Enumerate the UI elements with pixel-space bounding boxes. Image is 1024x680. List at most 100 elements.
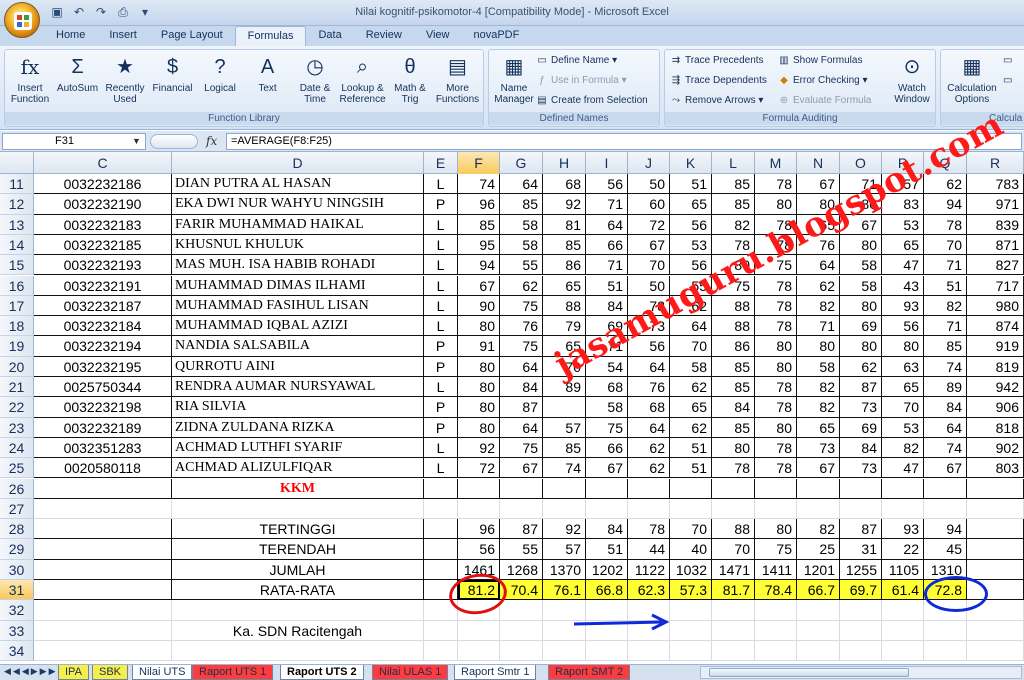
- score-cell[interactable]: 82: [797, 377, 840, 398]
- insert-function-icon[interactable]: fx: [206, 134, 217, 148]
- logical-button[interactable]: ? Logical: [197, 53, 243, 94]
- score-cell[interactable]: 43: [882, 275, 924, 296]
- summary-cell[interactable]: 78: [628, 519, 670, 540]
- summary-cell[interactable]: 1255: [840, 559, 882, 580]
- empty-cell[interactable]: [543, 640, 586, 662]
- empty-cell[interactable]: [967, 498, 1024, 520]
- summary-label[interactable]: RATA-RATA: [172, 580, 424, 601]
- summary-cell[interactable]: 94: [924, 519, 967, 540]
- name-box[interactable]: F31: [2, 133, 146, 150]
- score-cell[interactable]: 74: [458, 174, 500, 195]
- student-id-cell[interactable]: 0032232195: [34, 356, 172, 377]
- score-cell[interactable]: 63: [882, 356, 924, 377]
- score-cell[interactable]: 85: [543, 234, 586, 256]
- average-cell[interactable]: 57.3: [670, 580, 712, 601]
- empty-cell[interactable]: [967, 620, 1024, 641]
- empty-cell[interactable]: [755, 620, 797, 641]
- score-cell[interactable]: 65: [543, 275, 586, 296]
- score-cell[interactable]: 51: [670, 458, 712, 479]
- empty-cell[interactable]: [586, 498, 628, 520]
- empty-cell[interactable]: [424, 519, 458, 540]
- empty-cell[interactable]: [797, 478, 840, 499]
- score-cell[interactable]: 88: [712, 316, 755, 337]
- score-cell[interactable]: 78: [755, 174, 797, 195]
- score-cell[interactable]: 57: [543, 417, 586, 438]
- score-cell[interactable]: 85: [712, 356, 755, 377]
- empty-cell[interactable]: [755, 600, 797, 621]
- total-cell[interactable]: 942: [967, 377, 1024, 398]
- more-functions-button[interactable]: ▤ More Functions: [435, 53, 481, 105]
- row-header[interactable]: 31: [0, 580, 34, 601]
- score-cell[interactable]: 51: [924, 275, 967, 296]
- student-name-cell[interactable]: MUHAMMAD IQBAL AZIZI: [172, 316, 424, 337]
- sheet-tab-raport-uts-2[interactable]: Raport UTS 2: [280, 665, 364, 680]
- score-cell[interactable]: 74: [924, 356, 967, 377]
- empty-cell[interactable]: [628, 640, 670, 662]
- empty-cell[interactable]: [543, 478, 586, 499]
- score-cell[interactable]: 64: [500, 174, 543, 195]
- name-manager-button[interactable]: ▦ Name Manager: [491, 53, 537, 105]
- score-cell[interactable]: 85: [458, 214, 500, 235]
- score-cell[interactable]: 94: [458, 255, 500, 276]
- score-cell[interactable]: 53: [670, 234, 712, 256]
- empty-cell[interactable]: [924, 620, 967, 641]
- score-cell[interactable]: 58: [586, 397, 628, 418]
- row-header[interactable]: 23: [0, 417, 34, 438]
- summary-cell[interactable]: 1370: [543, 559, 586, 580]
- score-cell[interactable]: 68: [586, 377, 628, 398]
- score-cell[interactable]: 88: [543, 295, 586, 317]
- summary-cell[interactable]: 1268: [500, 559, 543, 580]
- score-cell[interactable]: 58: [840, 275, 882, 296]
- score-cell[interactable]: 94: [924, 194, 967, 215]
- score-cell[interactable]: 71: [924, 316, 967, 337]
- score-cell[interactable]: 64: [628, 417, 670, 438]
- score-cell[interactable]: 66: [586, 437, 628, 459]
- empty-cell[interactable]: [967, 478, 1024, 499]
- student-id-cell[interactable]: 0032351283: [34, 437, 172, 459]
- score-cell[interactable]: 68: [543, 174, 586, 195]
- student-id-cell[interactable]: 0025750344: [34, 377, 172, 398]
- total-cell[interactable]: 919: [967, 336, 1024, 357]
- gender-cell[interactable]: L: [424, 458, 458, 479]
- summary-cell[interactable]: 1201: [797, 559, 840, 580]
- column-header-g[interactable]: G: [500, 152, 543, 174]
- summary-label[interactable]: JUMLAH: [172, 559, 424, 580]
- calculation-options-button[interactable]: ▦ Calculation Options: [943, 53, 1001, 105]
- score-cell[interactable]: 82: [797, 397, 840, 418]
- score-cell[interactable]: 80: [458, 377, 500, 398]
- row-header[interactable]: 18: [0, 316, 34, 337]
- student-id-cell[interactable]: 0032232194: [34, 336, 172, 357]
- student-name-cell[interactable]: EKA DWI NUR WAHYU NINGSIH: [172, 194, 424, 215]
- text-button[interactable]: A Text: [245, 53, 291, 94]
- score-cell[interactable]: 58: [500, 234, 543, 256]
- row-header[interactable]: 34: [0, 640, 34, 662]
- score-cell[interactable]: 89: [924, 377, 967, 398]
- score-cell[interactable]: 92: [458, 437, 500, 459]
- score-cell[interactable]: 75: [586, 417, 628, 438]
- student-name-cell[interactable]: MUHAMMAD DIMAS ILHAMI: [172, 275, 424, 296]
- score-cell[interactable]: 65: [670, 194, 712, 215]
- empty-cell[interactable]: [924, 498, 967, 520]
- empty-cell[interactable]: [34, 559, 172, 580]
- summary-cell[interactable]: 87: [840, 519, 882, 540]
- empty-cell[interactable]: [34, 519, 172, 540]
- score-cell[interactable]: 80: [840, 295, 882, 317]
- tab-formulas[interactable]: Formulas: [234, 26, 307, 46]
- total-cell[interactable]: 819: [967, 356, 1024, 377]
- score-cell[interactable]: 78: [755, 397, 797, 418]
- score-cell[interactable]: 80: [840, 234, 882, 256]
- column-header-j[interactable]: J: [628, 152, 670, 174]
- score-cell[interactable]: 82: [882, 437, 924, 459]
- total-cell[interactable]: 783: [967, 174, 1024, 195]
- score-cell[interactable]: 75: [500, 295, 543, 317]
- score-cell[interactable]: 64: [924, 417, 967, 438]
- row-header[interactable]: 32: [0, 600, 34, 621]
- empty-cell[interactable]: [458, 478, 500, 499]
- empty-cell[interactable]: [172, 640, 424, 662]
- score-cell[interactable]: 78: [755, 458, 797, 479]
- score-cell[interactable]: 64: [500, 356, 543, 377]
- total-cell[interactable]: 980: [967, 295, 1024, 317]
- score-cell[interactable]: 87: [500, 397, 543, 418]
- summary-cell[interactable]: 51: [586, 539, 628, 560]
- name-box-dropdown-icon[interactable]: ▼: [132, 133, 141, 150]
